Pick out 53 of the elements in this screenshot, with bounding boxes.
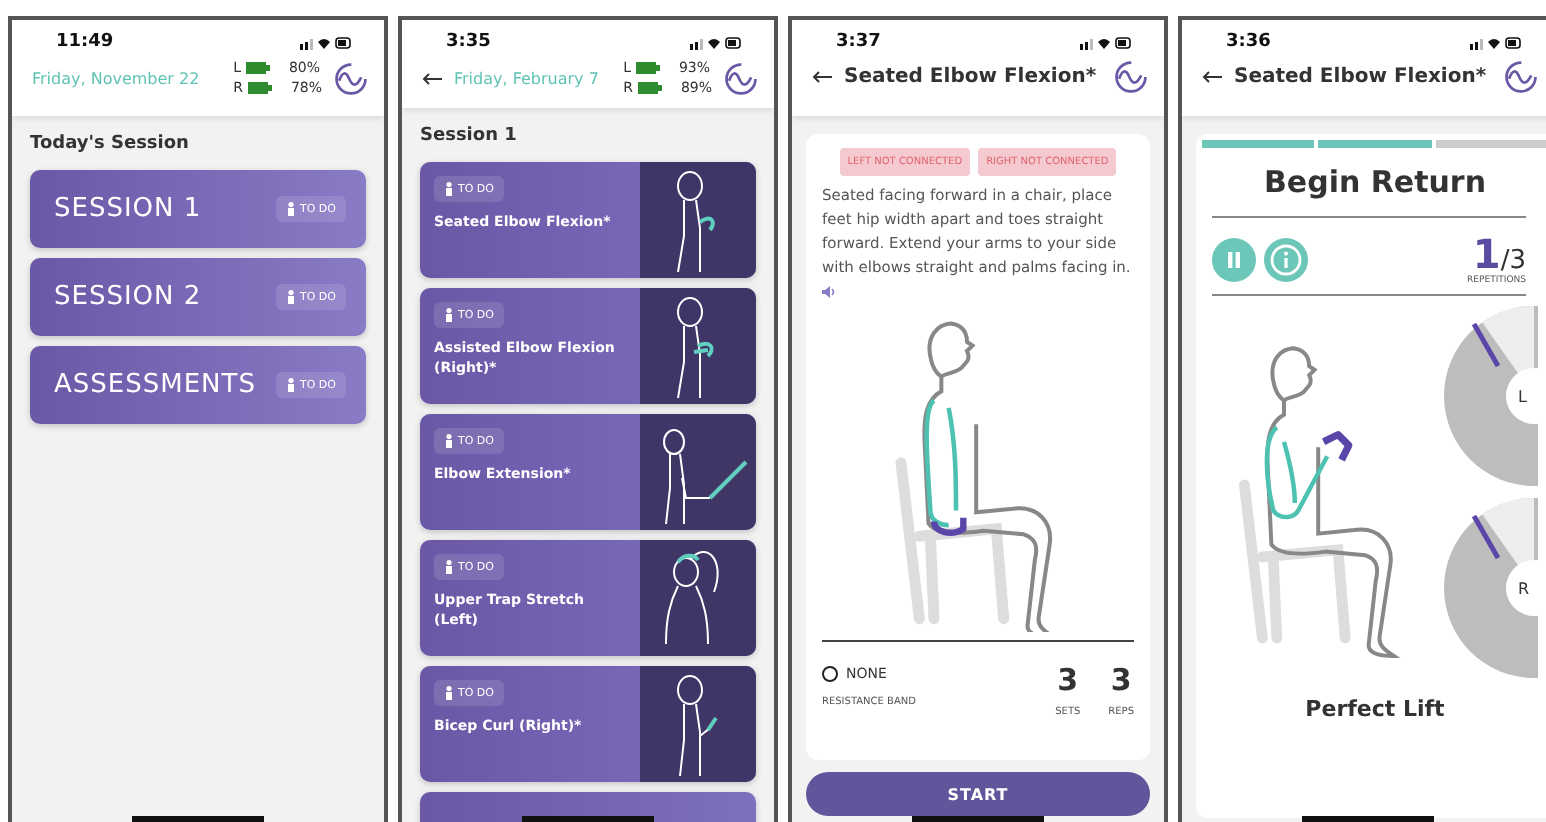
app-logo-icon [1504,60,1538,94]
person-icon [444,308,454,322]
battery-icon [246,62,271,74]
status-time: 3:36 [1226,32,1271,52]
speaker-icon[interactable] [822,285,836,298]
person-icon [444,686,454,700]
status-time: 11:49 [56,32,114,52]
person-icon [444,182,454,196]
section-title: Session 1 [420,126,519,146]
status-icons [690,35,742,49]
session-title: ASSESSMENTS [54,370,256,400]
app-logo-icon [724,61,758,95]
screen-title: Seated Elbow Flexion* [844,66,1099,88]
stat-value: 3 [1110,666,1132,696]
status-icons [1080,35,1132,49]
battery-icon [636,62,661,74]
back-arrow-icon[interactable] [1202,70,1222,84]
status-time: 3:35 [446,32,491,52]
status-time: 3:37 [836,32,881,52]
back-arrow-icon[interactable] [812,70,832,84]
app-logo-icon [1114,60,1148,94]
person-icon [285,290,296,304]
section-title: Today's Session [30,134,191,154]
status-icons [1470,35,1522,49]
feedback-label: Perfect Lift [1303,696,1447,722]
person-icon [444,434,454,448]
date-label: Friday, November 22 [32,69,202,87]
person-icon [285,378,296,392]
screen-title: Seated Elbow Flexion* [1234,66,1489,88]
stat-value: 3 [1057,666,1079,696]
gauge-side-label: R [1518,580,1530,598]
home-indicator [522,816,654,822]
back-arrow-icon[interactable] [422,71,442,85]
status-icons [300,35,352,49]
pause-icon [1224,250,1244,270]
home-indicator [132,816,264,822]
date-label: Friday, February 7 [454,69,601,87]
repetition-count: 1 [1472,234,1501,274]
session-title: SESSION 2 [54,282,202,312]
start-button[interactable]: START [806,772,1150,816]
home-indicator [912,816,1044,822]
session-title: SESSION 1 [54,194,202,224]
info-icon [1270,244,1302,276]
person-icon [285,202,296,216]
app-logo-icon [334,61,368,95]
person-icon [444,560,454,574]
repetition-total: /3 [1500,246,1526,276]
radio-button[interactable] [822,666,838,682]
battery-icon [638,82,663,94]
exercise-prompt: Begin Return [1261,164,1489,200]
home-indicator [1302,816,1434,822]
battery-icon [248,82,273,94]
gauge-side-label: L [1518,388,1527,406]
